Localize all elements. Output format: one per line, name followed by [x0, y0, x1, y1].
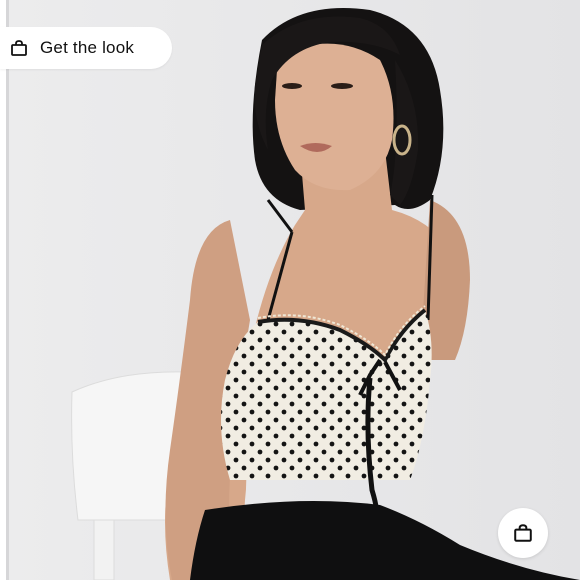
model-illustration — [0, 0, 580, 580]
shopping-bag-icon — [513, 523, 533, 543]
product-photo — [0, 0, 580, 580]
left-edge-bar — [0, 0, 9, 580]
get-the-look-button[interactable]: Get the look — [0, 27, 172, 69]
add-to-bag-button[interactable] — [498, 508, 548, 558]
get-the-look-label: Get the look — [40, 38, 135, 57]
shopping-bag-icon — [10, 39, 28, 57]
